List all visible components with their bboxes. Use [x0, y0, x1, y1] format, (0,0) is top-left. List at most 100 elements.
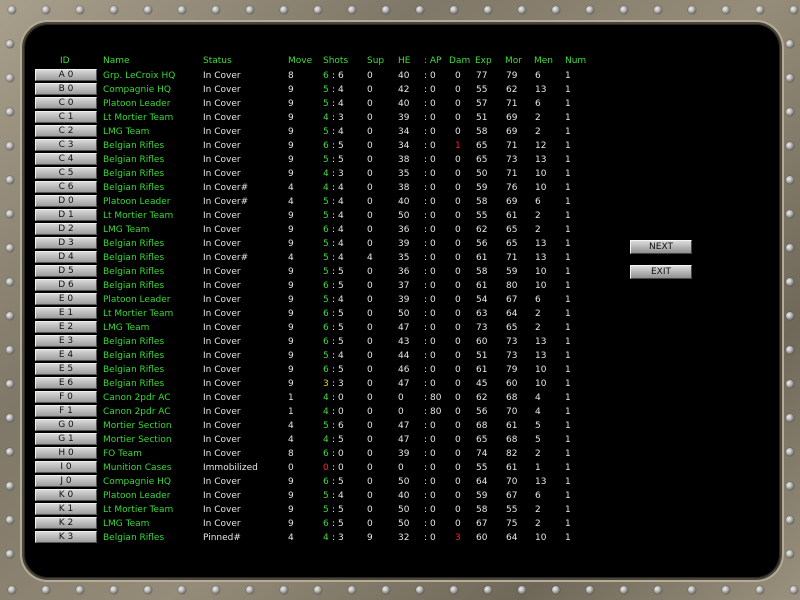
unit-ap: 0: [430, 323, 436, 333]
unit-sup: 0: [367, 491, 373, 501]
unit-dam: 0: [455, 99, 461, 109]
unit-id-button[interactable]: D 2: [35, 223, 97, 235]
unit-id-button[interactable]: D 4: [35, 251, 97, 263]
unit-move: 9: [288, 295, 294, 305]
shots-separator: :: [332, 127, 336, 137]
unit-id-button[interactable]: I 0: [35, 461, 97, 473]
shots-separator: :: [332, 239, 336, 249]
unit-sup: 0: [367, 225, 373, 235]
unit-name: Grp. LeCroix HQ: [103, 71, 176, 81]
unit-exp: 68: [476, 421, 488, 431]
unit-id-button[interactable]: C 2: [35, 125, 97, 137]
unit-he: 39: [398, 113, 410, 123]
shots-separator: :: [332, 169, 336, 179]
rivet: [484, 6, 492, 14]
unit-shots-2: 5: [338, 267, 344, 277]
unit-id-button[interactable]: E 6: [35, 377, 97, 389]
unit-dam: 0: [455, 421, 461, 431]
unit-id-button[interactable]: C 5: [35, 167, 97, 179]
header-name: Name: [103, 56, 130, 66]
unit-shots-2: 0: [338, 393, 344, 403]
unit-id-button[interactable]: C 3: [35, 139, 97, 151]
unit-men: 6: [535, 197, 541, 207]
ap-separator: :: [424, 393, 428, 403]
header-status: Status: [203, 56, 232, 66]
unit-id-button[interactable]: E 0: [35, 293, 97, 305]
unit-status: Pinned#: [203, 533, 241, 543]
unit-shots-1: 6: [323, 281, 329, 291]
unit-id-button[interactable]: D 3: [35, 237, 97, 249]
unit-shots-1: 5: [323, 351, 329, 361]
exit-button[interactable]: EXIT: [630, 265, 692, 279]
unit-id-button[interactable]: C 1: [35, 111, 97, 123]
unit-id-button[interactable]: J 0: [35, 475, 97, 487]
rivet: [348, 586, 356, 594]
unit-id-button[interactable]: G 1: [35, 433, 97, 445]
unit-dam: 0: [455, 379, 461, 389]
unit-num: 1: [565, 183, 571, 193]
unit-id-button[interactable]: E 3: [35, 335, 97, 347]
unit-move: 9: [288, 239, 294, 249]
unit-id-button[interactable]: A 0: [35, 69, 97, 81]
shots-separator: :: [332, 197, 336, 207]
unit-status: In Cover: [203, 225, 241, 235]
ap-separator: :: [424, 491, 428, 501]
unit-id-button[interactable]: C 4: [35, 153, 97, 165]
unit-sup: 9: [367, 533, 373, 543]
shots-separator: :: [332, 393, 336, 403]
unit-exp: 62: [476, 225, 488, 235]
rivet: [552, 586, 560, 594]
unit-shots-2: 5: [338, 281, 344, 291]
unit-mor: 69: [506, 197, 518, 207]
unit-ap: 0: [430, 449, 436, 459]
unit-id-button[interactable]: C 0: [35, 97, 97, 109]
unit-men: 2: [535, 113, 541, 123]
unit-id-button[interactable]: E 4: [35, 349, 97, 361]
unit-sup: 0: [367, 407, 373, 417]
unit-dam: 0: [455, 491, 461, 501]
unit-status: In Cover: [203, 351, 241, 361]
unit-shots-1: 5: [323, 505, 329, 515]
unit-id-button[interactable]: D 6: [35, 279, 97, 291]
unit-name: Platoon Leader: [103, 197, 171, 207]
unit-men: 13: [535, 239, 547, 249]
unit-id-button[interactable]: D 0: [35, 195, 97, 207]
unit-dam: 0: [455, 225, 461, 235]
unit-sup: 0: [367, 141, 373, 151]
rivet: [416, 6, 424, 14]
unit-id-button[interactable]: B 0: [35, 83, 97, 95]
unit-men: 2: [535, 323, 541, 333]
unit-ap: 80: [430, 407, 442, 417]
unit-status: In Cover: [203, 505, 241, 515]
unit-id-button[interactable]: K 0: [35, 489, 97, 501]
unit-exp: 50: [476, 169, 488, 179]
unit-id-button[interactable]: E 1: [35, 307, 97, 319]
unit-move: 9: [288, 365, 294, 375]
unit-id-button[interactable]: E 5: [35, 363, 97, 375]
unit-name: Belgian Rifles: [103, 183, 165, 193]
unit-id-button[interactable]: D 1: [35, 209, 97, 221]
unit-id-button[interactable]: K 1: [35, 503, 97, 515]
unit-id-button[interactable]: D 5: [35, 265, 97, 277]
unit-id-button[interactable]: C 6: [35, 181, 97, 193]
unit-id-button[interactable]: G 0: [35, 419, 97, 431]
unit-shots-2: 4: [338, 197, 344, 207]
rivet: [314, 586, 322, 594]
unit-id-button[interactable]: F 0: [35, 391, 97, 403]
unit-he: 40: [398, 491, 410, 501]
unit-id-button[interactable]: K 3: [35, 531, 97, 543]
unit-status: In Cover: [203, 169, 241, 179]
unit-exp: 54: [476, 295, 488, 305]
unit-id-button[interactable]: K 2: [35, 517, 97, 529]
unit-shots-2: 4: [338, 127, 344, 137]
unit-he: 35: [398, 253, 410, 263]
next-button[interactable]: NEXT: [630, 240, 692, 254]
unit-ap: 0: [430, 71, 436, 81]
unit-id-button[interactable]: H 0: [35, 447, 97, 459]
unit-id-button[interactable]: F 1: [35, 405, 97, 417]
unit-dam: 0: [455, 295, 461, 305]
unit-shots-2: 5: [338, 435, 344, 445]
unit-id-button[interactable]: E 2: [35, 321, 97, 333]
unit-num: 1: [565, 85, 571, 95]
unit-status: In Cover: [203, 141, 241, 151]
